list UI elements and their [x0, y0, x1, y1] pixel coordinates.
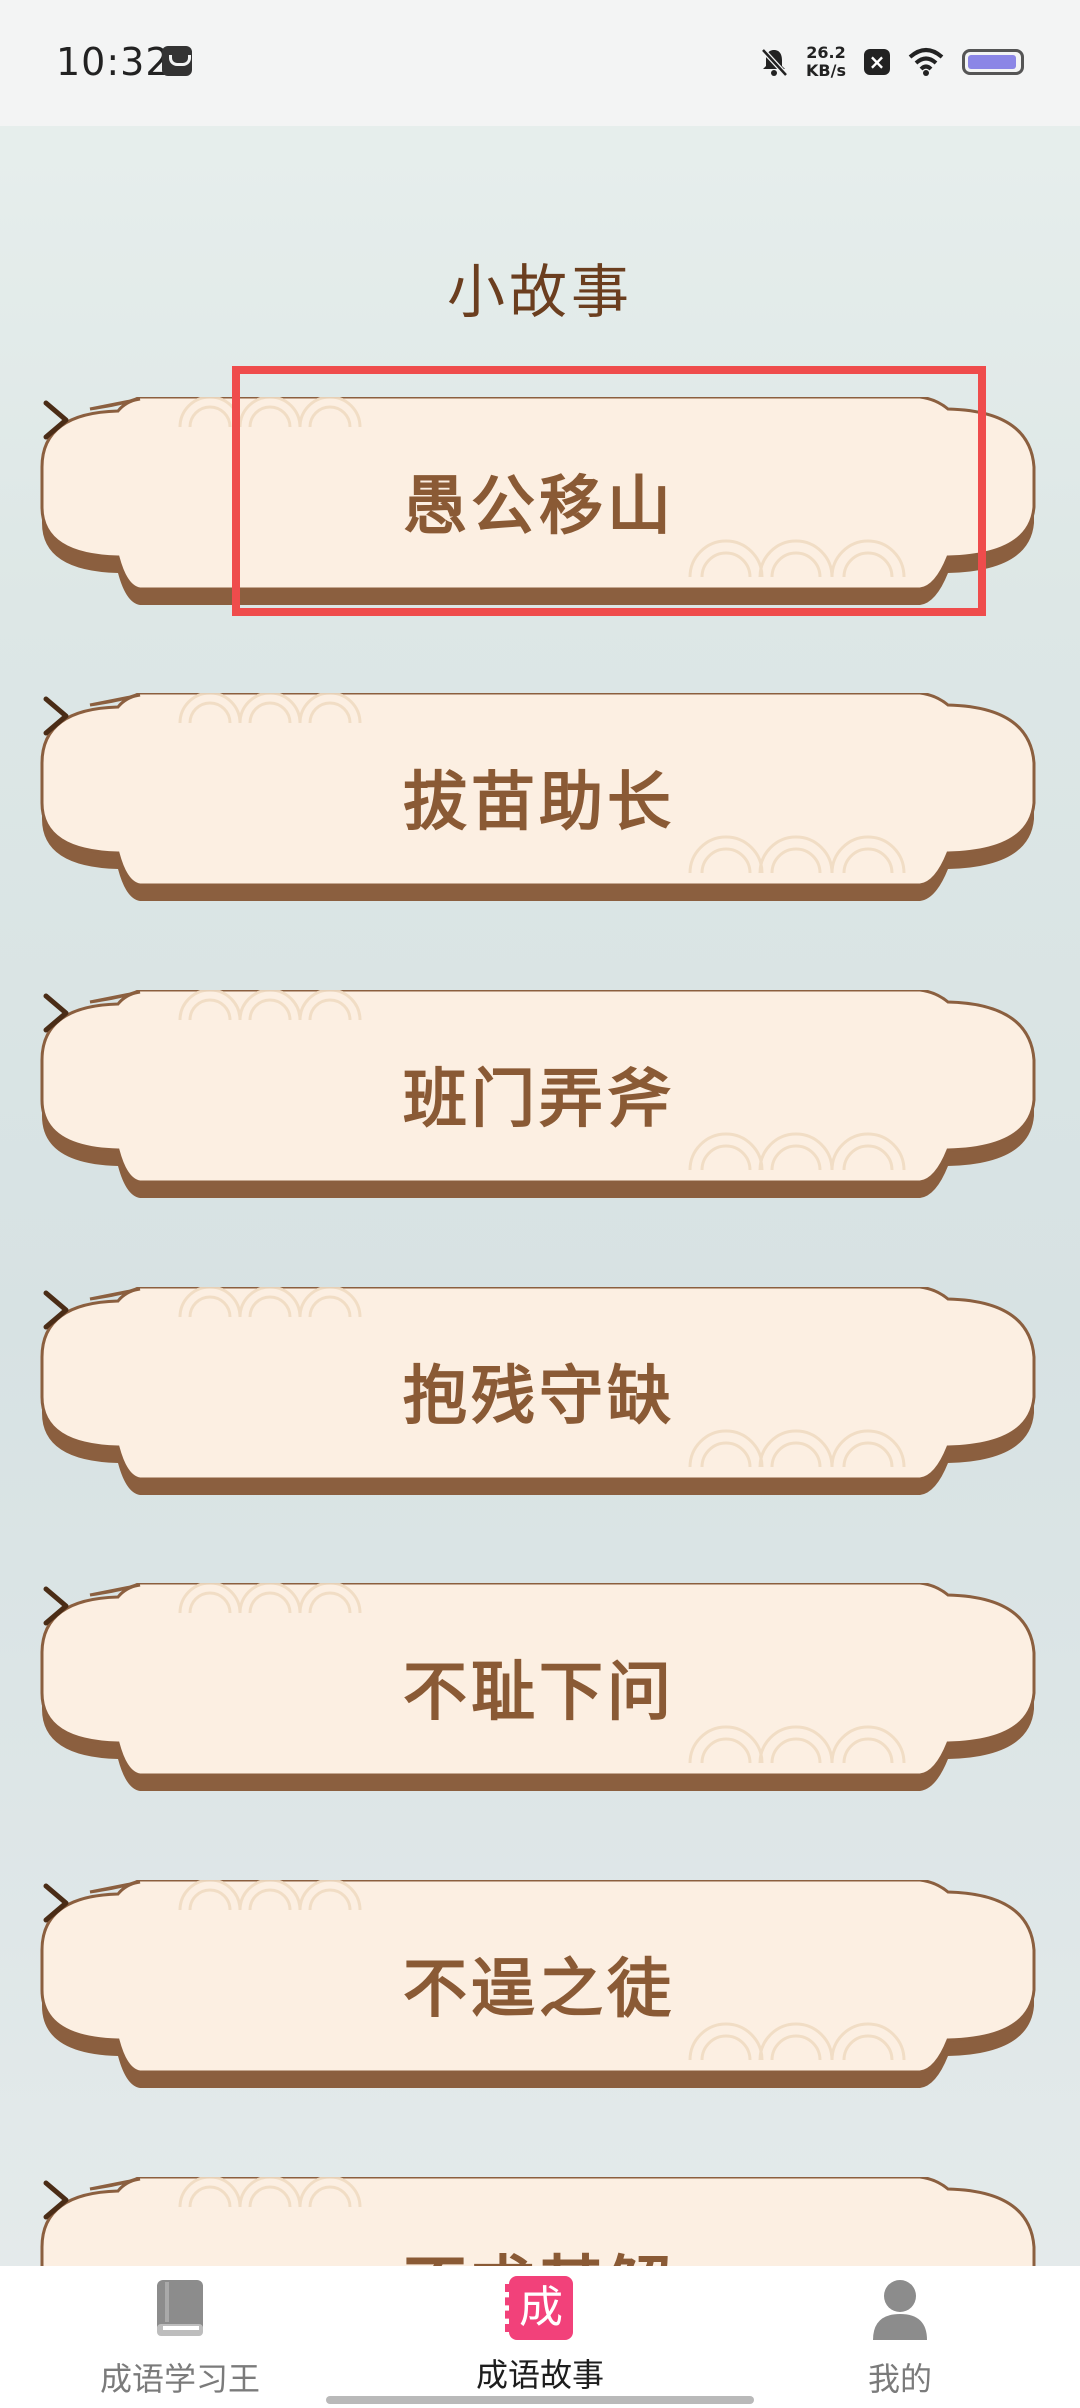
chevron-right-icon	[43, 1883, 69, 1923]
chevron-right-icon	[43, 1290, 69, 1330]
chevron-right-icon	[43, 400, 69, 440]
muted-bell-icon	[761, 48, 788, 77]
chevron-right-icon	[43, 2180, 69, 2220]
story-title: 班门弄斧	[403, 1063, 675, 1137]
badge-char: 成	[519, 2282, 563, 2333]
net-speed-unit: KB/s	[806, 61, 846, 80]
wifi-icon	[908, 48, 944, 76]
story-title: 不逞之徒	[403, 1953, 675, 2027]
book-icon	[157, 2280, 203, 2336]
status-time: 10:32	[56, 40, 171, 84]
nav-item-mine[interactable]: 我的	[750, 2276, 1050, 2400]
story-title: 抱残守缺	[403, 1360, 675, 1434]
nav-item-idiom-stories[interactable]: 成 成语故事	[390, 2276, 690, 2396]
bottom-navigation: 成语学习王 成 成语故事 我的	[0, 2266, 1080, 2408]
close-box-icon: ×	[864, 49, 890, 75]
story-item[interactable]: 不逞之徒	[40, 1880, 1038, 2092]
highlight-box	[232, 366, 986, 616]
person-icon	[873, 2280, 927, 2340]
battery-icon	[962, 49, 1024, 75]
status-bar: 10:32 26.2 KB/s ×	[0, 0, 1080, 126]
cheng-badge-icon: 成	[505, 2276, 575, 2342]
story-item[interactable]: 不耻下问	[40, 1583, 1038, 1795]
home-indicator	[326, 2396, 754, 2404]
story-item[interactable]: 抱残守缺	[40, 1287, 1038, 1499]
story-item[interactable]: 班门弄斧	[40, 990, 1038, 1202]
chevron-right-icon	[43, 1586, 69, 1626]
story-title: 不耻下问	[403, 1656, 675, 1730]
notification-icon	[162, 46, 192, 76]
nav-label: 我的	[867, 2360, 932, 2398]
chevron-right-icon	[43, 696, 69, 736]
net-speed-value: 26.2	[806, 43, 846, 62]
nav-item-idiom-learning[interactable]: 成语学习王	[30, 2276, 330, 2400]
story-item[interactable]: 拔苗助长	[40, 693, 1038, 905]
page-title: 小故事	[446, 258, 633, 326]
nav-label: 成语故事	[475, 2356, 604, 2394]
net-speed: 26.2 KB/s	[806, 44, 846, 80]
chevron-right-icon	[43, 993, 69, 1033]
story-title: 拔苗助长	[403, 766, 675, 840]
nav-label: 成语学习王	[99, 2360, 260, 2398]
